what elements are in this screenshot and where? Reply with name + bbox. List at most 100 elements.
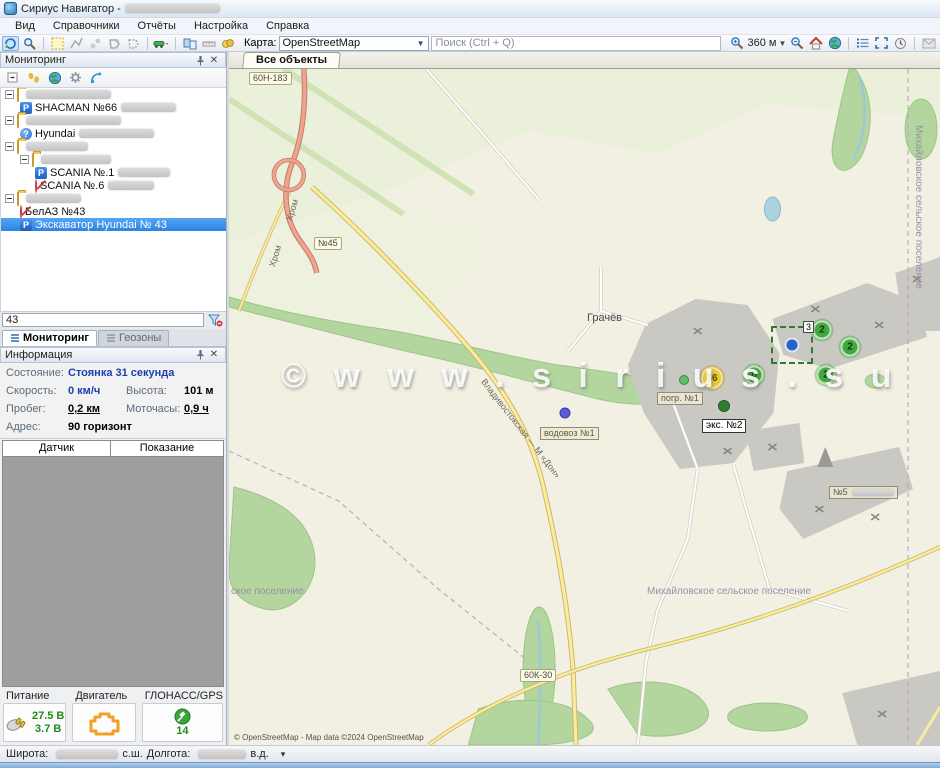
altitude-label: Высота: xyxy=(126,385,184,397)
sensor-column-header[interactable]: Датчик xyxy=(3,441,111,456)
cluster-green-marker[interactable]: 2 xyxy=(841,338,860,357)
collapse-all-button[interactable] xyxy=(4,70,21,85)
connection-status-icon[interactable] xyxy=(88,70,105,85)
dock-tab-геозоны[interactable]: Геозоны xyxy=(98,330,169,346)
search-object-button[interactable] xyxy=(21,36,38,51)
map-label: 60Н-183 xyxy=(249,72,292,85)
menu-вид[interactable]: Вид xyxy=(6,19,44,33)
follow-object-button[interactable] xyxy=(2,36,19,51)
tree-item-hyundai[interactable]: ?Hyundai xyxy=(1,127,226,140)
sensor-table: Датчик Показание xyxy=(2,440,224,687)
menu-справочники[interactable]: Справочники xyxy=(44,19,129,33)
route-edit-button[interactable] xyxy=(87,36,104,51)
object-list-button[interactable] xyxy=(854,36,871,51)
app-icon xyxy=(4,2,17,15)
value-column-header[interactable]: Показание xyxy=(111,441,223,456)
tree-expander[interactable] xyxy=(5,142,14,151)
map-label: №45 xyxy=(314,237,342,250)
menu-отчёты[interactable]: Отчёты xyxy=(129,19,185,33)
messages-button[interactable] xyxy=(920,36,937,51)
redacted-text xyxy=(26,142,88,151)
search-input[interactable]: Поиск (Ctrl + Q) xyxy=(431,36,721,51)
selection-frame-button[interactable] xyxy=(873,36,890,51)
satellite-icon xyxy=(174,708,191,725)
tree-item-folder[interactable] xyxy=(1,114,226,127)
speed-value: 0 км/ч xyxy=(68,385,120,397)
statusbar-caret[interactable]: ▾ xyxy=(281,749,286,760)
globe-button[interactable] xyxy=(826,36,843,51)
map-provider-select[interactable]: OpenStreetMap ▼ xyxy=(279,36,429,51)
redacted-text xyxy=(852,489,894,496)
monitoring-panel-title: Мониторинг xyxy=(5,54,193,66)
folder-icon xyxy=(17,88,19,102)
tracks-icon[interactable] xyxy=(25,70,42,85)
mileage-value[interactable]: 0,2 км xyxy=(68,403,120,415)
map-select-label: Карта: xyxy=(244,37,277,49)
redacted-text xyxy=(108,181,154,190)
redacted-text xyxy=(41,155,111,164)
window-title: Сириус Навигатор - xyxy=(21,3,121,15)
tree-item-scania-1[interactable]: PSCANIA №.1 xyxy=(1,166,226,179)
tab-all-objects[interactable]: Все объекты xyxy=(242,52,341,68)
tree-item-folder[interactable] xyxy=(1,88,226,101)
geozone-cut-button[interactable] xyxy=(125,36,142,51)
zoom-in-button[interactable] xyxy=(729,36,746,51)
menu-настройка[interactable]: Настройка xyxy=(185,19,257,33)
tree-item-label: Экскаватор Hyundai № 43 xyxy=(35,219,167,231)
engine-hours-label: Моточасы: xyxy=(126,403,184,415)
area-select-button[interactable] xyxy=(49,36,66,51)
redacted-text xyxy=(79,129,154,138)
cluster-green-marker[interactable]: 2 xyxy=(817,366,836,385)
history-clock-button[interactable] xyxy=(892,36,909,51)
tree-expander[interactable] xyxy=(5,116,14,125)
folder-icon xyxy=(17,114,19,128)
show-on-map-icon[interactable] xyxy=(46,70,63,85)
map-label: Михайловское сельское поселение xyxy=(913,125,924,289)
selected-vehicle-marker[interactable]: 3 xyxy=(771,326,813,364)
tree-item-scania-6[interactable]: SCANIA №.6 xyxy=(1,179,226,192)
indicator-panel: Питание 27.5 В 3.7 В Двигатель xyxy=(0,688,226,745)
ruler-button[interactable] xyxy=(200,36,217,51)
tree-item-белаз-43[interactable]: БелАЗ №43 xyxy=(1,205,226,218)
dot-lightgreen-marker[interactable] xyxy=(679,375,689,385)
map-label: №5 xyxy=(829,486,898,499)
pin-icon[interactable] xyxy=(193,54,207,66)
geozone-add-button[interactable] xyxy=(106,36,123,51)
cluster-green-marker[interactable]: 2 xyxy=(813,321,832,340)
map-provider-value: OpenStreetMap xyxy=(283,37,361,49)
home-view-button[interactable] xyxy=(807,36,824,51)
settings-gear-icon[interactable] xyxy=(67,70,84,85)
dock-tab-мониторинг[interactable]: Мониторинг xyxy=(2,330,97,346)
payments-button[interactable] xyxy=(219,36,236,51)
panels-layout-button[interactable] xyxy=(181,36,198,51)
power-voltage-main: 27.5 В xyxy=(32,710,64,723)
map-attribution: © OpenStreetMap - Map data ©2024 OpenStr… xyxy=(234,733,424,742)
map-scale-select[interactable]: 360 м ▼ xyxy=(748,37,787,49)
tree-item-label: SHACMAN №66 xyxy=(35,102,117,114)
vehicle-menu-button[interactable] xyxy=(153,36,170,51)
tree-item-folder[interactable] xyxy=(1,153,226,166)
dot-blue-marker[interactable] xyxy=(560,408,571,419)
close-icon[interactable]: ✕ xyxy=(207,54,221,66)
menu-справка[interactable]: Справка xyxy=(257,19,318,33)
pin-icon[interactable] xyxy=(193,349,207,361)
engine-hours-value[interactable]: 0,9 ч xyxy=(184,403,209,415)
map-label: экс. №2 xyxy=(702,419,746,433)
dot-darkgreen-marker[interactable] xyxy=(718,400,730,412)
map-label: ское поселение xyxy=(231,586,304,597)
tree-item-folder[interactable] xyxy=(1,192,226,205)
tree-item-shacman-66[interactable]: PSHACMAN №66 xyxy=(1,101,226,114)
tree-expander[interactable] xyxy=(5,90,14,99)
close-icon[interactable]: ✕ xyxy=(207,349,221,361)
tree-filter-input[interactable] xyxy=(2,313,204,327)
zoom-out-button[interactable] xyxy=(788,36,805,51)
cluster-green-marker[interactable]: 6 xyxy=(745,366,764,385)
map-canvas[interactable]: 60Н-183№45ХромХромГрачёвводовоз №1погр. … xyxy=(229,69,940,745)
tree-item-экскаватор-hyundai-43[interactable]: PЭкскаватор Hyundai № 43 xyxy=(1,218,226,231)
tree-expander[interactable] xyxy=(5,194,14,203)
cluster-yellow-marker[interactable]: 36 xyxy=(701,367,723,389)
route-create-button[interactable] xyxy=(68,36,85,51)
address-label: Адрес: xyxy=(6,421,68,433)
clear-filter-icon[interactable] xyxy=(207,313,224,328)
tree-expander[interactable] xyxy=(20,155,29,164)
